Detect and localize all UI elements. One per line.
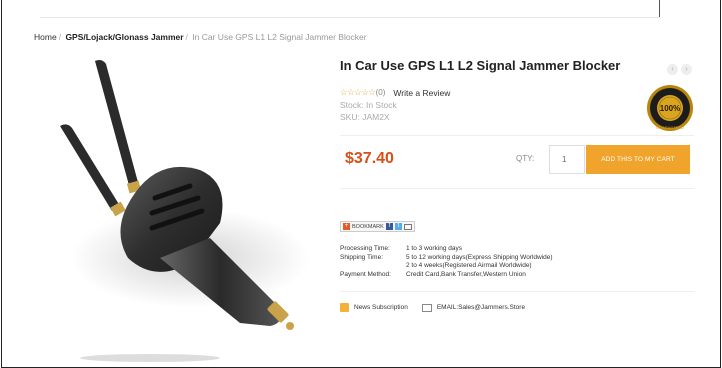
bookmark-label: BOOKMARK: [352, 223, 384, 230]
footer-links: News Subscription EMAIL:Sales@Jammers.St…: [340, 303, 525, 312]
breadcrumb: Home / GPS/Lojack/Glonass Jammer / In Car …: [34, 32, 367, 42]
add-to-cart-button[interactable]: ADD THIS TO MY CART: [586, 145, 690, 174]
rating-row: ☆☆☆☆☆ (0) Write a Review: [340, 87, 450, 98]
quantity-input[interactable]: 1: [549, 145, 585, 174]
next-product-icon[interactable]: ›: [681, 64, 692, 75]
twitter-icon[interactable]: t: [394, 223, 402, 230]
email-share-icon[interactable]: [403, 223, 412, 230]
mail-icon: [421, 303, 432, 312]
processing-label: Processing Time:: [340, 245, 390, 252]
facebook-icon[interactable]: f: [385, 223, 393, 230]
product-title: In Car Use GPS L1 L2 Signal Jammer Block…: [340, 58, 621, 73]
sku-label: SKU: JAM2X: [340, 112, 390, 122]
news-subscription-link[interactable]: News Subscription: [354, 304, 408, 311]
divider: [340, 135, 694, 136]
stock-status: Stock: In Stock: [340, 100, 397, 110]
product-nav: ‹ ›: [667, 64, 692, 75]
bookmark-plus-icon: +: [343, 223, 350, 230]
rating-count: (0): [375, 88, 386, 97]
divider: [340, 188, 694, 189]
guarantee-badge-icon: 100% GUARANTEED: [647, 85, 693, 131]
product-price: $37.40: [345, 150, 394, 167]
news-icon: [340, 303, 349, 312]
processing-value: 1 to 3 working days: [406, 245, 463, 252]
breadcrumb-home[interactable]: Home: [34, 32, 57, 42]
svg-text:GUARANTEED: GUARANTEED: [656, 125, 684, 130]
shipping-label: Shipping Time:: [340, 253, 383, 261]
shipping-value: 2 to 4 weeks(Registered Airmail Worldwid…: [406, 262, 532, 269]
payment-value: Credit Card,Bank Transfer,Western Union: [406, 270, 526, 278]
prev-product-icon[interactable]: ‹: [667, 64, 678, 75]
breadcrumb-separator: /: [185, 32, 188, 42]
top-divider: [40, 17, 660, 18]
breadcrumb-category[interactable]: GPS/Lojack/Glonass Jammer: [65, 32, 183, 42]
bookmark-share-button[interactable]: + BOOKMARK f t: [340, 221, 415, 232]
info-spacer: [340, 262, 406, 271]
payment-label: Payment Method:: [340, 270, 391, 278]
email-link[interactable]: EMAIL:Sales@Jammers.Store: [437, 304, 525, 311]
breadcrumb-current: In Car Use GPS L1 L2 Signal Jammer Block…: [192, 32, 367, 42]
top-notch-line: [659, 0, 660, 17]
star-rating-icon: ☆☆☆☆☆: [340, 87, 376, 97]
quantity-label: QTY:: [516, 154, 535, 163]
write-review-link[interactable]: Write a Review: [393, 88, 450, 98]
svg-text:100%: 100%: [660, 104, 680, 113]
breadcrumb-separator: /: [58, 32, 62, 42]
shipping-value: 5 to 12 working days(Express Shipping Wo…: [406, 253, 553, 261]
product-image[interactable]: [40, 58, 325, 363]
shipping-info: Processing Time: 1 to 3 working days Shi…: [340, 245, 553, 279]
divider: [340, 291, 694, 292]
